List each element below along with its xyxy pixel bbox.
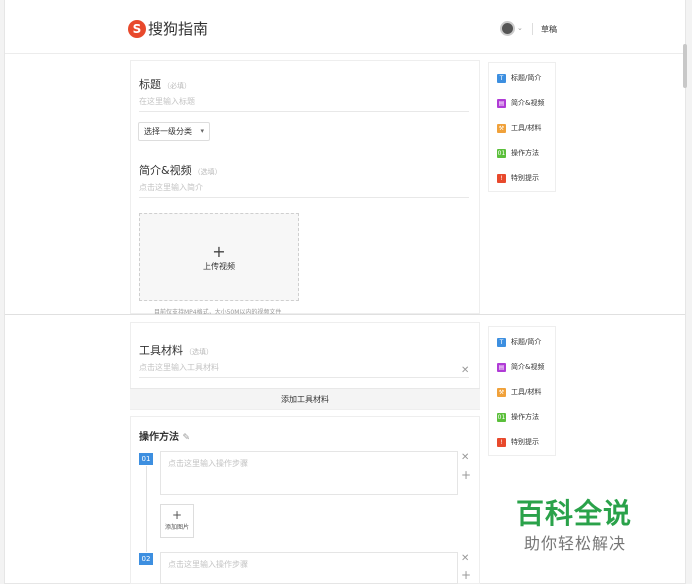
intro-input[interactable]: 点击这里输入简介 — [139, 182, 469, 193]
add-step-icon[interactable]: + — [461, 568, 471, 582]
step-placeholder: 点击这里输入操作步骤 — [168, 459, 248, 468]
tools-icon: ⚒ — [497, 123, 506, 133]
steps-icon: 01 — [497, 148, 506, 158]
nav-item-steps[interactable]: 01 操作方法 — [497, 412, 539, 424]
steps-title-text: 操作方法 — [139, 432, 179, 443]
avatar[interactable] — [500, 21, 515, 36]
step-connector — [146, 466, 147, 552]
upload-video-label: 上传视频 — [203, 262, 235, 271]
add-image-button[interactable]: + 添加图片 — [160, 504, 194, 538]
nav-item-title-intro[interactable]: T 标题/简介 — [497, 337, 541, 349]
top-header — [5, 0, 685, 54]
title-label: 标题 （必填） — [139, 73, 191, 92]
site-logo-text[interactable]: 搜狗指南 — [148, 20, 208, 38]
tools-input[interactable]: 点击这里输入工具材料 — [139, 362, 449, 373]
plus-icon: + — [212, 242, 226, 261]
clear-icon[interactable]: ✕ — [461, 365, 469, 376]
nav-item-intro-video[interactable]: ▤ 简介&视频 — [497, 98, 544, 110]
required-hint: （必填） — [163, 82, 191, 90]
nav-item-label: 操作方法 — [511, 149, 539, 157]
category-select[interactable]: 选择一级分类 ▾ — [138, 122, 210, 141]
tools-label-text: 工具材料 — [139, 344, 183, 357]
section-divider — [5, 314, 685, 315]
nav-item-tips[interactable]: ! 特别提示 — [497, 437, 539, 449]
tools-underline — [139, 377, 469, 378]
nav-item-title-intro[interactable]: T 标题/简介 — [497, 73, 541, 85]
nav-item-label: 工具/材料 — [511, 124, 542, 132]
optional-hint: （选填） — [193, 168, 222, 176]
upload-video-box[interactable]: + 上传视频 — [139, 213, 299, 301]
tools-label: 工具材料 （选填） — [139, 339, 213, 358]
watermark-subtitle: 助你轻松解决 — [524, 534, 627, 553]
add-image-label: 添加图片 — [164, 524, 189, 531]
nav-item-label: 简介&视频 — [511, 99, 545, 107]
watermark-title: 百科全说 — [516, 497, 633, 530]
step-input[interactable]: 点击这里输入操作步骤 — [160, 451, 458, 495]
sogou-logo-icon[interactable]: S — [128, 20, 146, 38]
side-nav-bottom: T 标题/简介 ▤ 简介&视频 ⚒ 工具/材料 01 操作方法 ! 特别提示 — [488, 326, 556, 456]
remove-step-icon[interactable]: ✕ — [461, 553, 469, 564]
remove-step-icon[interactable]: ✕ — [461, 452, 469, 463]
intro-label-text: 简介&视频 — [139, 164, 192, 177]
add-tools-button[interactable]: 添加工具材料 — [130, 388, 480, 409]
warning-icon: ! — [497, 173, 506, 183]
nav-item-label: 标题/简介 — [511, 338, 542, 346]
warning-icon: ! — [497, 437, 506, 447]
steps-title: 操作方法 ✎ — [139, 428, 190, 443]
video-icon: ▤ — [497, 98, 506, 108]
nav-item-label: 操作方法 — [511, 413, 539, 421]
dropdown-arrow-icon: ▾ — [200, 127, 204, 135]
optional-hint: （选填） — [185, 348, 213, 356]
header-divider — [532, 23, 533, 35]
tools-icon: ⚒ — [497, 387, 506, 397]
draft-link[interactable]: 草稿 — [541, 24, 557, 35]
nav-item-label: 标题/简介 — [511, 74, 542, 82]
nav-item-steps[interactable]: 01 操作方法 — [497, 148, 539, 160]
nav-item-label: 工具/材料 — [511, 388, 542, 396]
title-input[interactable]: 在这里输入标题 — [139, 96, 469, 107]
title-underline — [139, 111, 469, 112]
nav-item-label: 简介&视频 — [511, 363, 545, 371]
intro-underline — [139, 197, 469, 198]
plus-icon: + — [171, 508, 183, 522]
steps-icon: 01 — [497, 412, 506, 422]
title-label-text: 标题 — [139, 78, 161, 91]
video-icon: ▤ — [497, 362, 506, 372]
nav-item-tools[interactable]: ⚒ 工具/材料 — [497, 123, 541, 135]
scrollbar-thumb[interactable] — [683, 44, 687, 88]
category-select-value: 选择一级分类 — [144, 127, 192, 136]
title-icon: T — [497, 337, 506, 347]
step-number: 01 — [139, 453, 153, 465]
step-input[interactable]: 点击这里输入操作步骤 — [160, 552, 458, 584]
side-nav-top: T 标题/简介 ▤ 简介&视频 ⚒ 工具/材料 01 操作方法 ! 特别提示 — [488, 62, 556, 192]
chevron-down-icon[interactable]: ⌄ — [517, 24, 523, 32]
nav-item-label: 特别提示 — [511, 438, 539, 446]
nav-item-tools[interactable]: ⚒ 工具/材料 — [497, 387, 541, 399]
step-placeholder: 点击这里输入操作步骤 — [168, 560, 248, 569]
add-step-icon[interactable]: + — [461, 468, 471, 482]
edit-icon[interactable]: ✎ — [182, 433, 190, 443]
nav-item-label: 特别提示 — [511, 174, 539, 182]
title-icon: T — [497, 73, 506, 83]
nav-item-tips[interactable]: ! 特别提示 — [497, 173, 539, 185]
nav-item-intro-video[interactable]: ▤ 简介&视频 — [497, 362, 544, 374]
step-number: 02 — [139, 553, 153, 565]
intro-label: 简介&视频 （选填） — [139, 159, 222, 178]
